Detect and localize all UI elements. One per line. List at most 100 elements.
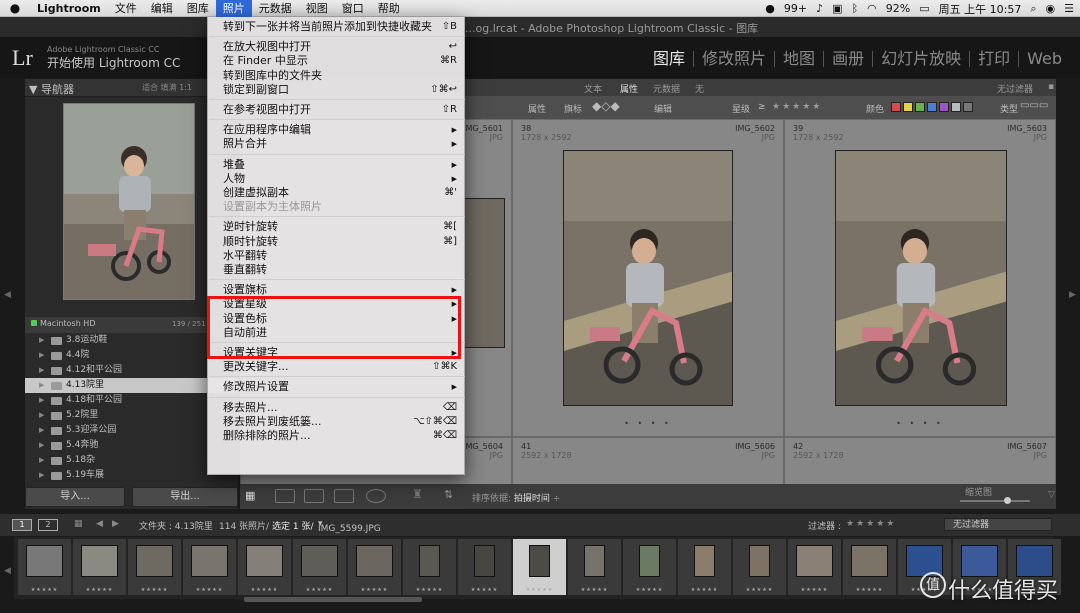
back-arrow-icon[interactable]: ◀ xyxy=(96,519,103,529)
filmstrip-thumbnail[interactable]: ★★★★★ xyxy=(568,539,621,595)
photo-menu-item[interactable]: 堆叠 ▶ xyxy=(223,158,463,172)
navigator-preview[interactable] xyxy=(63,103,195,300)
module-tab[interactable]: 图库 xyxy=(645,51,693,67)
file-type-icons[interactable]: ▭▭▭ xyxy=(1020,100,1048,111)
left-panel-toggle-icon[interactable]: ◀ xyxy=(4,290,11,300)
loupe-view-icon[interactable] xyxy=(275,489,295,503)
thumbnail-image[interactable] xyxy=(563,150,733,406)
color-swatch[interactable] xyxy=(963,102,973,112)
painter-icon[interactable]: ♜ xyxy=(412,487,423,501)
grid-cell[interactable]: 41 2592 x 1728 IMG_5606 JPG xyxy=(512,437,784,484)
module-tab[interactable]: 幻灯片放映 xyxy=(872,51,969,67)
thumbnail-size-slider[interactable] xyxy=(960,497,1030,504)
photo-menu-item[interactable]: 转到下一张并将当前照片添加到快捷收藏夹 ⇧B xyxy=(223,20,463,34)
photo-menu-item[interactable]: 锁定到副窗口 ⇧⌘↩ xyxy=(223,83,463,97)
filmstrip-thumbnail[interactable]: ★★★★★ xyxy=(183,539,236,595)
photo-menu-item[interactable]: 顺时针旋转 ⌘] xyxy=(223,235,463,249)
filmstrip-thumbnail[interactable]: ★★★★★ xyxy=(348,539,401,595)
battery-icon[interactable]: ▭ xyxy=(919,2,929,15)
filmstrip-thumbnail[interactable]: ★★★★★ xyxy=(403,539,456,595)
photo-menu-item[interactable]: 在 Finder 中显示 ⌘R xyxy=(223,54,463,68)
photo-menu-item[interactable]: 移去照片到废纸篓... ⌥⇧⌘⌫ xyxy=(223,415,463,429)
disclosure-icon[interactable]: ▶ xyxy=(39,438,47,453)
selected-file[interactable]: IMG_5599.JPG ▾ xyxy=(318,519,381,534)
photo-menu-item[interactable]: 自动前进 xyxy=(223,326,463,340)
filmstrip-thumbnail[interactable]: ★★★★★ xyxy=(678,539,731,595)
photo-menu-item[interactable]: 更改关键字... ⇧⌘K xyxy=(223,360,463,374)
filmstrip-thumbnail[interactable]: ★★★★★ xyxy=(843,539,896,595)
disclosure-icon[interactable]: ▶ xyxy=(39,363,47,378)
brand-large[interactable]: 开始使用 Lightroom CC xyxy=(47,54,180,71)
menubar-item[interactable]: Lightroom xyxy=(30,0,108,17)
wechat-icon[interactable]: ● xyxy=(765,2,775,15)
menubar-item[interactable]: 帮助 xyxy=(371,0,407,17)
photo-menu-item[interactable]: 创建虚拟副本 ⌘' xyxy=(223,186,463,200)
toolbar-menu-icon[interactable]: ▽ xyxy=(1048,490,1055,500)
filter-lock-icon[interactable]: ▪ xyxy=(1048,82,1054,92)
menubar-item[interactable]: 照片 xyxy=(215,0,252,17)
survey-view-icon[interactable] xyxy=(334,489,354,503)
filmstrip-thumbnail[interactable]: ★★★★★ xyxy=(623,539,676,595)
menubar-item[interactable]: 视图 xyxy=(299,0,335,17)
navigator-zoom-options[interactable]: 适合 填满 1:1 xyxy=(142,82,192,93)
bluetooth-icon[interactable]: ᛒ xyxy=(852,2,859,15)
display-icon[interactable]: ▣ xyxy=(832,2,842,15)
filmstrip-thumbnail[interactable]: ★★★★★ xyxy=(18,539,71,595)
filmstrip-left-icon[interactable]: ◀ xyxy=(4,566,11,576)
menubar-item[interactable]: 编辑 xyxy=(144,0,180,17)
photo-menu-item[interactable]: 设置星级 ▶ xyxy=(223,297,463,311)
import-button[interactable]: 导入... xyxy=(25,487,125,507)
grid-shortcut-icon[interactable]: ▦ xyxy=(74,519,83,529)
user-avatar-icon[interactable]: ◉ xyxy=(1046,2,1056,15)
photo-menu-item[interactable]: 照片合并 ▶ xyxy=(223,137,463,151)
menubar-item[interactable]: 图库 xyxy=(180,0,216,17)
compare-view-icon[interactable] xyxy=(304,489,324,503)
filmstrip-thumbnail[interactable]: ★★★★★ xyxy=(293,539,346,595)
menu-list-icon[interactable]: ☰ xyxy=(1064,2,1074,15)
sort-direction-icon[interactable]: ⇅ xyxy=(444,488,453,501)
module-tab[interactable]: Web xyxy=(1018,51,1070,67)
color-swatch[interactable] xyxy=(915,102,925,112)
apple-logo-icon[interactable]: ● xyxy=(0,1,30,15)
menubar-item[interactable]: 窗口 xyxy=(335,0,371,17)
color-swatch[interactable] xyxy=(903,102,913,112)
photo-menu-item[interactable]: 逆时针旋转 ⌘[ xyxy=(223,220,463,234)
photo-menu-item[interactable]: 在应用程序中编辑 ▶ xyxy=(223,123,463,137)
forward-arrow-icon[interactable]: ▶ xyxy=(112,519,119,529)
color-swatch[interactable] xyxy=(951,102,961,112)
menubar-item[interactable]: 文件 xyxy=(108,0,144,17)
disclosure-icon[interactable]: ▶ xyxy=(39,333,47,348)
color-swatch[interactable] xyxy=(927,102,937,112)
photo-menu-item[interactable]: 水平翻转 xyxy=(223,249,463,263)
disclosure-icon[interactable]: ▶ xyxy=(39,408,47,423)
photo-menu-item[interactable]: 人物 ▶ xyxy=(223,172,463,186)
rating-operator[interactable]: ≥ xyxy=(758,102,766,112)
photo-menu-item[interactable]: 在放大视图中打开 ↩ xyxy=(223,40,463,54)
thumbnail-image[interactable] xyxy=(835,150,1007,406)
photo-menu-item[interactable]: 修改照片设置 ▶ xyxy=(223,380,463,394)
disclosure-icon[interactable]: ▶ xyxy=(39,423,47,438)
grid-view-icon[interactable]: ▦ xyxy=(245,489,265,503)
disclosure-icon[interactable]: ▶ xyxy=(39,468,47,480)
photo-menu-item[interactable]: 转到图库中的文件夹 xyxy=(223,69,463,83)
photo-menu-item[interactable]: 垂直翻转 xyxy=(223,263,463,277)
filter-stars[interactable]: ★★★★★ xyxy=(846,519,896,529)
filter-text-tab[interactable]: 文本 xyxy=(584,82,602,95)
photo-menu-item[interactable]: 在参考视图中打开 ⇧R xyxy=(223,103,463,117)
rating-stars[interactable]: ★★★★★ xyxy=(772,102,822,112)
photo-menu-item[interactable]: 设置色标 ▶ xyxy=(223,312,463,326)
thumbnail-image[interactable] xyxy=(461,198,505,348)
flag-filter-icons[interactable]: ◆◇◆ xyxy=(592,99,620,113)
filmstrip-thumbnail[interactable]: ★★★★★ xyxy=(458,539,511,595)
window-1-button[interactable]: 1 xyxy=(12,519,32,531)
photo-menu-item[interactable]: 删除排除的照片... ⌘⌫ xyxy=(223,429,463,443)
filmstrip-thumbnail[interactable]: ★★★★★ xyxy=(238,539,291,595)
disclosure-icon[interactable]: ▶ xyxy=(39,378,47,393)
slider-thumb[interactable] xyxy=(1004,497,1011,504)
menubar-item[interactable]: 元数据 xyxy=(252,0,299,17)
filmstrip-thumbnail[interactable]: ★★★★★ xyxy=(513,539,566,595)
grid-cell[interactable]: 38 1728 x 2592 IMG_5602 JPG • • • • xyxy=(512,119,784,437)
filter-attribute-tab[interactable]: 属性 xyxy=(620,82,638,95)
grid-cell[interactable]: 42 2592 x 1728 IMG_5607 JPG xyxy=(784,437,1056,484)
disclosure-icon[interactable]: ▶ xyxy=(39,453,47,468)
